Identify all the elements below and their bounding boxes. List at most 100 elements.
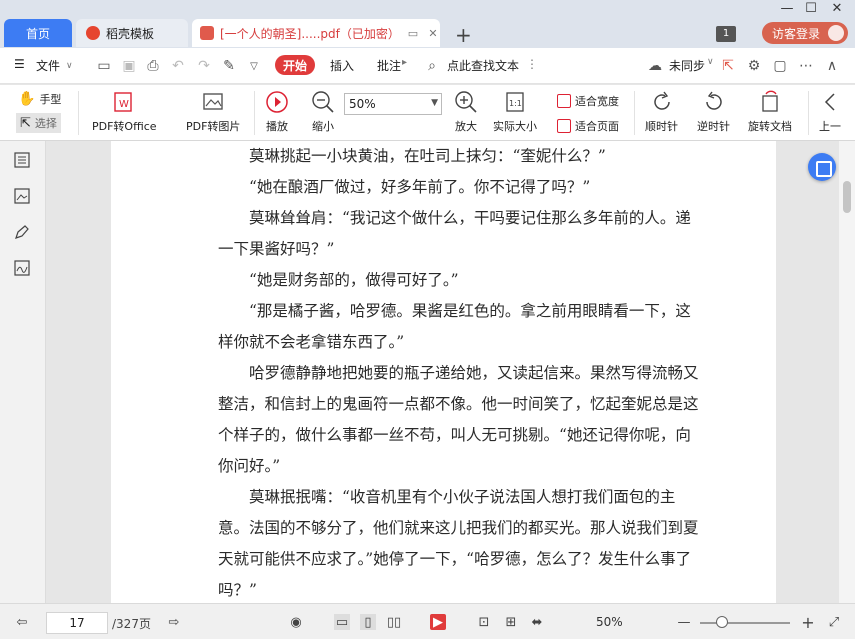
pdf-page: 莫琳挑起一小块黄油，在吐司上抹匀：“奎妮什么？” “她在酿酒厂做过，好多年前了。… bbox=[111, 141, 776, 603]
pdf-to-image-label: PDF转图片 bbox=[186, 120, 241, 133]
zoom-out-button[interactable]: 缩小 bbox=[310, 89, 336, 134]
more-quick-icon[interactable]: ▽ bbox=[246, 58, 262, 74]
actual-size-status-icon[interactable]: ⊡ bbox=[476, 614, 492, 630]
rotate-counter-clockwise-icon bbox=[701, 89, 727, 115]
svg-text:1:1: 1:1 bbox=[509, 99, 522, 108]
rotate-document-icon bbox=[757, 89, 783, 115]
ribbon-divider bbox=[78, 91, 79, 135]
vertical-scrollbar[interactable] bbox=[839, 141, 855, 603]
page-number-input[interactable]: 17 bbox=[46, 612, 108, 634]
rotate-document-button[interactable]: 旋转文档 bbox=[748, 89, 792, 134]
tab-document-label: [一个人的朝圣].....pdf（已加密） bbox=[220, 26, 400, 41]
more-vertical-icon[interactable]: ⋮ bbox=[526, 57, 538, 71]
close-window-icon[interactable]: ✕ bbox=[826, 1, 848, 16]
zoom-level[interactable]: 50% bbox=[596, 615, 623, 629]
next-page-icon[interactable]: ⇨ bbox=[166, 614, 182, 630]
more-horizontal-icon[interactable]: ⋯ bbox=[798, 58, 814, 74]
file-menu[interactable]: 文件 ∨ bbox=[36, 57, 73, 74]
search-icon[interactable]: ⌕ bbox=[424, 58, 440, 74]
zoom-in-status-icon[interactable]: + bbox=[800, 613, 816, 632]
pdf-to-image-button[interactable]: PDF转图片 bbox=[186, 89, 240, 134]
tab-annotate[interactable]: 批注 bbox=[377, 57, 401, 74]
outline-icon[interactable] bbox=[13, 151, 31, 169]
docer-logo-icon bbox=[86, 26, 100, 40]
settings-gear-icon[interactable]: ⚙ bbox=[746, 58, 762, 74]
zoom-in-label: 放大 bbox=[455, 120, 477, 133]
minimize-icon[interactable]: — bbox=[776, 1, 798, 16]
document-viewport[interactable]: 莫琳挑起一小块黄油，在吐司上抹匀：“奎妮什么？” “她在酿酒厂做过，好多年前了。… bbox=[47, 141, 839, 603]
select-tool-button[interactable]: ⇱ 选择 bbox=[16, 113, 61, 133]
pdf-to-office-label: PDF转Office bbox=[92, 120, 157, 133]
zoom-select-value: 50% bbox=[349, 97, 376, 111]
continuous-view-icon[interactable]: ▯ bbox=[360, 614, 376, 630]
rotate-clockwise-button[interactable]: 顺时针 bbox=[645, 89, 678, 134]
hamburger-icon[interactable]: ☰ bbox=[14, 57, 25, 71]
rotate-counter-clockwise-button[interactable]: 逆时针 bbox=[697, 89, 730, 134]
pdf-file-icon bbox=[200, 26, 214, 40]
tab-insert[interactable]: 插入 bbox=[330, 57, 354, 74]
save-icon[interactable]: ▣ bbox=[121, 58, 137, 74]
tabs-scroll-icon[interactable]: ▸ bbox=[402, 57, 407, 68]
prev-page-icon[interactable]: ⇦ bbox=[14, 614, 30, 630]
actual-size-button[interactable]: 1:1 实际大小 bbox=[493, 89, 537, 134]
counter-clockwise-label: 逆时针 bbox=[697, 120, 730, 133]
open-folder-icon[interactable]: ▭ bbox=[96, 58, 112, 74]
menu-bar: ☰ 文件 ∨ ▭ ▣ ⎙ ↶ ↷ ✎ ▽ 开始 插入 批注 ▸ ⌕ 点此查找文本 … bbox=[0, 48, 855, 84]
fit-page-button[interactable]: 适合页面 bbox=[557, 118, 619, 134]
dual-page-view-icon[interactable]: ▯▯ bbox=[386, 614, 402, 630]
tab-templates[interactable]: 稻壳模板 bbox=[76, 19, 188, 47]
page-total: /327页 bbox=[112, 617, 151, 631]
redo-icon[interactable]: ↷ bbox=[196, 58, 212, 74]
signature-panel-icon[interactable] bbox=[13, 259, 31, 277]
sync-status[interactable]: 未同步 bbox=[669, 57, 705, 74]
pdf-to-office-button[interactable]: W PDF转Office bbox=[92, 89, 157, 134]
hand-tool-button[interactable]: ✋ 手型 bbox=[18, 91, 61, 107]
zoom-select[interactable]: 50% ▼ bbox=[344, 93, 442, 115]
eye-protection-icon[interactable]: ◉ bbox=[288, 614, 304, 630]
paragraph: “她在酿酒厂做过，好多年前了。你不记得了吗？” bbox=[218, 178, 591, 196]
avatar-icon bbox=[828, 25, 844, 41]
fit-width-status-icon[interactable]: ⬌ bbox=[529, 614, 545, 630]
file-menu-label: 文件 bbox=[36, 59, 61, 73]
zoom-slider-handle[interactable] bbox=[716, 616, 728, 628]
sync-dropdown-icon[interactable]: ∨ bbox=[707, 57, 714, 67]
zoom-in-button[interactable]: 放大 bbox=[453, 89, 479, 134]
print-icon[interactable]: ⎙ bbox=[145, 58, 161, 74]
play-icon bbox=[264, 89, 290, 115]
fit-page-icon bbox=[557, 119, 571, 133]
thumbnail-icon[interactable] bbox=[13, 187, 31, 205]
share-icon[interactable]: ⇱ bbox=[720, 58, 736, 74]
hand-tool-label: 手型 bbox=[39, 93, 62, 106]
undo-icon[interactable]: ↶ bbox=[170, 58, 186, 74]
fit-page-status-icon[interactable]: ⊞ bbox=[503, 614, 519, 630]
tab-document[interactable]: [一个人的朝圣].....pdf（已加密） ▭ ✕ bbox=[192, 19, 440, 47]
tab-start[interactable]: 开始 bbox=[275, 55, 315, 75]
zoom-out-status-icon[interactable]: — bbox=[676, 614, 692, 630]
previous-page-button[interactable]: 上一 bbox=[817, 89, 843, 134]
annotation-pen-icon[interactable] bbox=[13, 223, 31, 241]
tab-home[interactable]: 首页 bbox=[4, 19, 72, 47]
single-page-view-icon[interactable]: ▭ bbox=[334, 614, 350, 630]
fit-page-label: 适合页面 bbox=[575, 120, 619, 133]
guest-login-button[interactable]: 访客登录 bbox=[762, 22, 848, 44]
play-button[interactable]: 播放 bbox=[264, 89, 290, 134]
window-count-badge[interactable]: 1 bbox=[716, 26, 736, 42]
zoom-slider-track[interactable] bbox=[700, 622, 790, 624]
tab-templates-label: 稻壳模板 bbox=[106, 26, 155, 41]
collapse-ribbon-icon[interactable]: ∧ bbox=[824, 58, 840, 74]
signature-icon[interactable]: ✎ bbox=[221, 58, 237, 74]
tab-float-icon[interactable]: ▭ bbox=[406, 26, 420, 40]
paragraph: 莫琳抿抿嘴：“收音机里有个小伙子说法国人想打我们面包的主意。法国的不够分了，他们… bbox=[218, 488, 699, 599]
search-text-input[interactable]: 点此查找文本 bbox=[447, 57, 519, 74]
maximize-icon[interactable]: ☐ bbox=[800, 1, 822, 16]
floating-tool-button[interactable] bbox=[808, 153, 836, 181]
actual-size-label: 实际大小 bbox=[493, 120, 537, 133]
fit-width-button[interactable]: 适合宽度 bbox=[557, 93, 619, 109]
tab-close-icon[interactable]: ✕ bbox=[426, 26, 440, 40]
skin-icon[interactable]: ▢ bbox=[772, 58, 788, 74]
fullscreen-icon[interactable]: ⤢ bbox=[826, 614, 842, 630]
new-tab-button[interactable]: + bbox=[455, 23, 472, 47]
scrollbar-thumb[interactable] bbox=[843, 181, 851, 213]
paragraph: 莫琳挑起一小块黄油，在吐司上抹匀：“奎妮什么？” bbox=[218, 147, 606, 165]
play-slideshow-icon[interactable]: ▶ bbox=[430, 614, 446, 630]
